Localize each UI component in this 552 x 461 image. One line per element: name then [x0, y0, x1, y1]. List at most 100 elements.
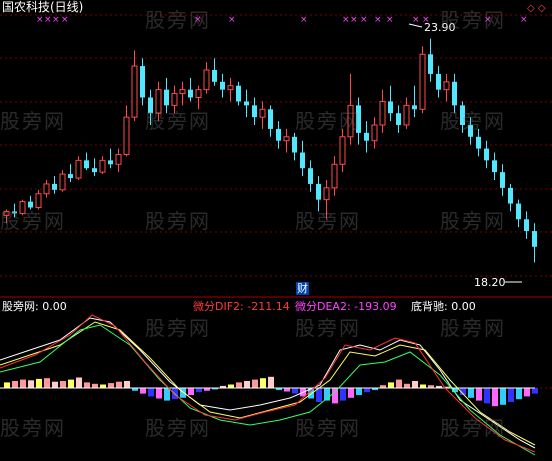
candle-body — [500, 172, 505, 188]
candle-body — [443, 81, 450, 91]
marker-cross: × — [412, 15, 420, 25]
marker-cross: × — [228, 15, 236, 25]
candle-body — [292, 136, 297, 153]
candle-body — [412, 105, 417, 110]
histogram-bar — [188, 388, 194, 395]
histogram-bar — [388, 382, 394, 388]
candle-body — [347, 104, 354, 138]
candle-body — [179, 89, 186, 95]
candle-body — [436, 73, 441, 90]
marker-cross: × — [386, 15, 394, 25]
histogram-bar — [92, 383, 98, 388]
chart-grid — [0, 14, 552, 389]
candle-body — [43, 183, 50, 195]
candle-body — [244, 101, 249, 106]
candle-body — [35, 193, 42, 208]
histogram-bar — [108, 383, 114, 388]
candle-body — [396, 113, 401, 125]
candle-body — [452, 81, 457, 106]
histogram-bar — [76, 377, 82, 388]
candle-body — [268, 109, 273, 129]
candle-body — [52, 183, 57, 190]
histogram-bar — [236, 382, 242, 388]
histogram-bar — [28, 380, 34, 388]
histogram-bar — [60, 381, 66, 388]
candle-body — [195, 89, 202, 99]
indicator-dif-value: 微分DIF2: -211.14 — [193, 300, 290, 313]
histogram-bar — [484, 388, 490, 404]
histogram-bar — [532, 388, 538, 394]
histogram-bar — [244, 381, 250, 388]
candle-body — [236, 85, 241, 102]
candle-body — [283, 136, 290, 142]
candle-body — [84, 160, 89, 169]
indicator-dea-value: 微分DEA2: -193.09 — [295, 300, 397, 313]
histogram-bar — [156, 388, 162, 399]
histogram-bar — [20, 379, 26, 388]
histogram-bar — [44, 378, 50, 388]
candle-body — [188, 89, 193, 98]
candle-body — [259, 108, 266, 118]
histogram-bar — [116, 381, 122, 388]
candle-body — [419, 53, 426, 110]
candle-body — [371, 124, 378, 142]
candle-body — [99, 159, 106, 173]
marker-cross: × — [350, 15, 358, 25]
price-low-label: 18.20 — [474, 276, 506, 289]
candle-body — [323, 187, 330, 201]
marker-cross: × — [374, 15, 382, 25]
indicator-divergence-value: 底背驰: 0.00 — [411, 300, 476, 313]
candle-body — [227, 85, 234, 91]
histogram-bar — [340, 388, 346, 401]
candle-body — [123, 116, 130, 155]
candle-body — [468, 125, 473, 137]
histogram-bar — [292, 388, 298, 394]
histogram-bar — [284, 388, 290, 392]
candle-body — [203, 69, 210, 91]
marker-cross: × — [360, 15, 368, 25]
candle-body — [115, 153, 122, 165]
candle-body — [164, 89, 169, 106]
candlestick-series — [3, 23, 537, 283]
histogram-bar — [412, 381, 418, 388]
marker-cross: × — [300, 15, 308, 25]
candle-body — [403, 104, 410, 126]
candle-body — [476, 136, 481, 149]
finance-event-badge[interactable]: 财 — [296, 282, 309, 295]
candle-body — [508, 187, 513, 204]
candle-body — [28, 201, 33, 208]
histogram-bar — [124, 381, 130, 388]
histogram-bar — [364, 388, 370, 393]
stock-chart[interactable]: × × × × × × × × × × × × × × × ×◇ ◇ — [0, 0, 552, 461]
stock-title: 国农科技(日线) — [2, 0, 84, 14]
candle-body — [339, 136, 346, 165]
candle-body — [484, 148, 489, 161]
histogram-bar — [52, 381, 58, 388]
candle-body — [171, 93, 178, 106]
price-high-label: 23.90 — [424, 21, 456, 34]
top-markers: × × × × × × × × × × × × × × × ×◇ ◇ — [36, 3, 546, 25]
marker-cross: × — [52, 15, 60, 25]
candle-body — [276, 128, 281, 141]
histogram-bar — [164, 388, 170, 401]
indicator-name-label: 股旁网: 0.00 — [2, 300, 67, 313]
candle-body — [379, 100, 386, 126]
candle-body — [364, 132, 369, 141]
candle-body — [12, 211, 17, 214]
candle-body — [252, 105, 257, 118]
histogram-bar — [12, 381, 18, 388]
histogram-bar — [100, 384, 106, 388]
candle-body — [524, 219, 529, 232]
candle-body — [308, 168, 313, 184]
histogram-bar — [36, 378, 42, 388]
marker-cross: × — [61, 15, 69, 25]
histogram-bar — [196, 388, 202, 393]
marker-cross: × — [342, 15, 350, 25]
histogram-bar — [348, 388, 354, 398]
histogram-bar — [396, 379, 402, 388]
diamond-marker: ◇ ◇ — [527, 3, 546, 14]
candle-body — [68, 174, 73, 179]
candle-body — [59, 173, 66, 191]
candle-body — [220, 81, 225, 90]
candle-body — [148, 97, 153, 114]
